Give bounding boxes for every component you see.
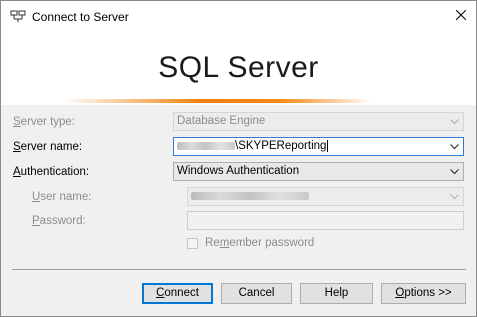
authentication-select[interactable]: Windows Authentication: [173, 162, 464, 181]
user-name-combobox[interactable]: [187, 187, 464, 206]
user-name-label: User name:: [32, 191, 92, 203]
remember-password-label: Remember password: [205, 237, 315, 249]
authentication-label: Authentication:: [13, 166, 90, 178]
server-type-select[interactable]: Database Engine: [173, 112, 464, 131]
chevron-down-icon[interactable]: [450, 144, 459, 150]
server-type-label-text: erver type:: [20, 116, 75, 128]
chevron-down-icon: [450, 194, 459, 200]
password-label: Password:: [32, 215, 86, 227]
server-name-value[interactable]: \SKYPEReporting​: [177, 140, 329, 152]
close-button[interactable]: [446, 1, 476, 31]
cancel-button[interactable]: Cancel: [221, 283, 292, 304]
server-type-label: Server type:: [13, 116, 75, 128]
server-name-instance: \SKYPEReporting: [235, 140, 327, 152]
chevron-down-icon: [450, 119, 459, 125]
options-button[interactable]: Options >>: [381, 283, 466, 304]
product-title: SQL Server: [158, 51, 319, 84]
redacted-user: [191, 191, 309, 200]
server-name-combobox[interactable]: \SKYPEReporting​: [173, 137, 464, 156]
separator: [12, 269, 466, 270]
server-name-label: Server name:: [13, 141, 83, 153]
help-button[interactable]: Help: [300, 283, 373, 304]
product-banner: SQL Server: [1, 31, 476, 105]
chevron-down-icon[interactable]: [450, 169, 459, 175]
authentication-value: Windows Authentication: [177, 165, 300, 177]
password-field[interactable]: [187, 211, 464, 230]
window-title: Connect to Server: [32, 10, 129, 24]
server-connect-icon: [10, 9, 26, 23]
remember-password-checkbox[interactable]: [187, 238, 198, 249]
user-name-value: [191, 190, 309, 202]
connect-button[interactable]: Connect: [142, 283, 213, 304]
connect-dialog: Connect to Server SQL Server Server type…: [0, 0, 477, 317]
banner-accent-line: [63, 99, 373, 103]
title-bar[interactable]: Connect to Server: [1, 1, 476, 31]
server-type-value: Database Engine: [177, 115, 266, 127]
redacted-host: [177, 141, 235, 150]
close-icon: [455, 9, 467, 23]
text-caret: ​: [327, 140, 329, 152]
